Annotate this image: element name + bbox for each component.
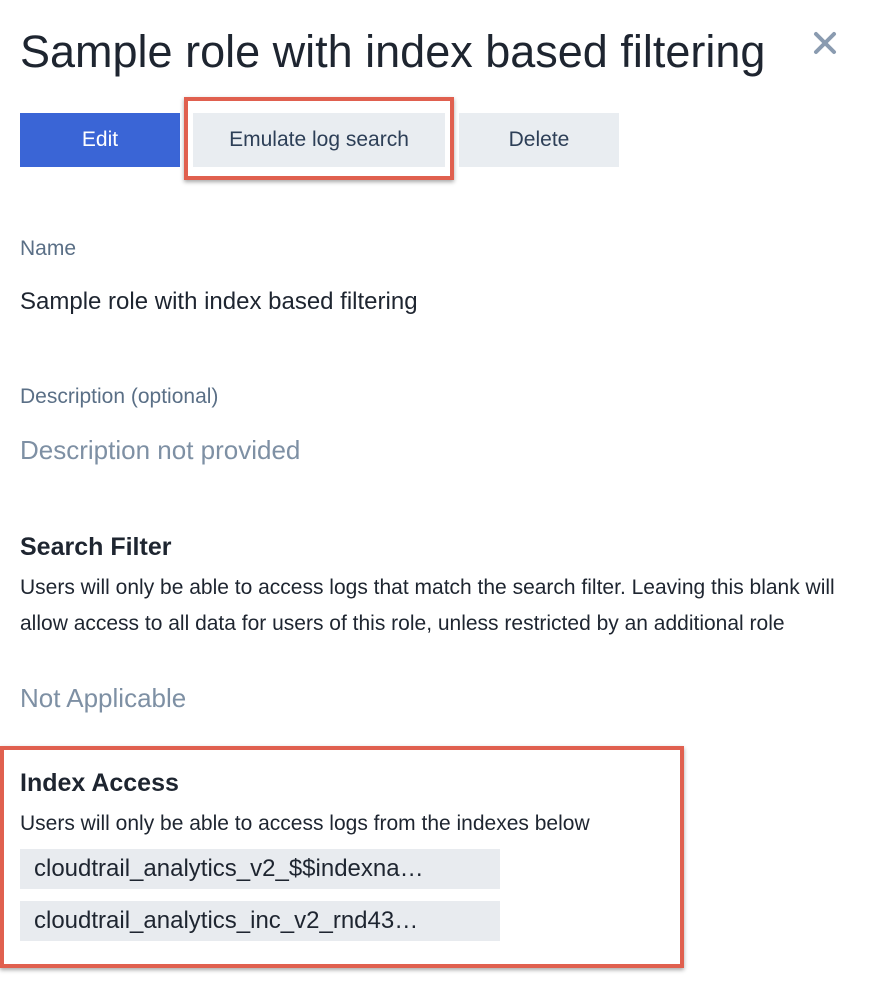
search-filter-description: Users will only be able to access logs t… — [20, 576, 835, 635]
close-icon[interactable] — [810, 28, 840, 58]
search-filter-title: Search Filter — [20, 533, 172, 561]
name-value: Sample role with index based filtering — [20, 288, 418, 315]
panel-title: Sample role with index based filtering — [20, 26, 766, 77]
delete-button[interactable]: Delete — [459, 113, 619, 167]
index-access-title: Index Access — [20, 769, 179, 797]
index-access-description: Users will only be able to access logs f… — [20, 812, 590, 835]
emulate-log-search-button[interactable]: Emulate log search — [193, 113, 445, 167]
description-label: Description (optional) — [20, 385, 219, 408]
name-label: Name — [20, 237, 77, 260]
index-chip: cloudtrail_analytics_inc_v2_rnd43… — [20, 901, 500, 941]
index-chip: cloudtrail_analytics_v2_$$indexna… — [20, 849, 500, 889]
search-filter-value: Not Applicable — [20, 683, 187, 713]
description-value: Description not provided — [20, 435, 301, 465]
edit-button[interactable]: Edit — [20, 113, 180, 167]
